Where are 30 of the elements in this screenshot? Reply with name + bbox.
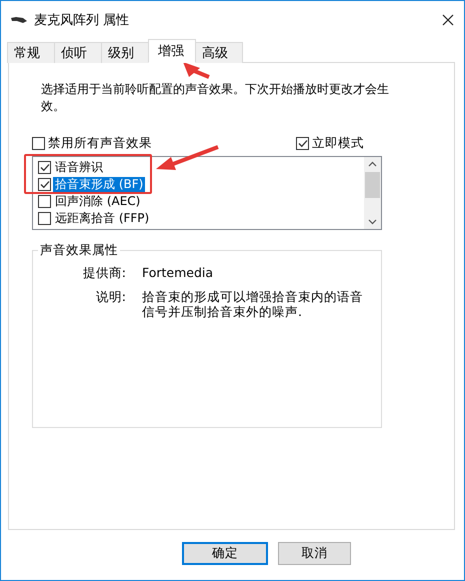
tab[interactable]: 侦听 bbox=[54, 42, 102, 63]
tab[interactable]: 级别 bbox=[101, 42, 149, 63]
property-label: 说明: bbox=[96, 289, 126, 306]
annotation-arrow bbox=[156, 145, 219, 170]
window-title: 麦克风阵列 属性 bbox=[34, 12, 130, 29]
dialog-button[interactable]: 确定 bbox=[182, 542, 268, 565]
list-item[interactable]: 回声消除 (AEC) bbox=[53, 194, 142, 209]
list-item[interactable]: 远距离拾音 (FFP) bbox=[53, 211, 152, 226]
property-value: Fortemedia bbox=[142, 265, 214, 282]
group-title: 声音效果属性 bbox=[39, 242, 119, 259]
description-text: 选择适用于当前聆听配置的声音效果。下次开始播放时更改才会生效。 bbox=[40, 81, 390, 115]
checkbox[interactable] bbox=[32, 137, 45, 150]
close-icon[interactable] bbox=[442, 14, 454, 26]
scrollbar[interactable] bbox=[364, 157, 381, 229]
option-label: 禁用所有声音效果 bbox=[48, 135, 152, 152]
tab[interactable]: 常规 bbox=[7, 42, 55, 63]
checkbox[interactable] bbox=[38, 212, 51, 225]
annotation-arrow bbox=[183, 62, 210, 79]
tab[interactable]: 高级 bbox=[195, 42, 243, 63]
property-value: 拾音束的形成可以增强拾音束内的语音信号并压制拾音束外的噪声. bbox=[142, 289, 364, 319]
checkbox[interactable] bbox=[38, 178, 51, 191]
checkbox[interactable] bbox=[296, 137, 309, 150]
list-item[interactable]: 语音辨识 bbox=[53, 160, 105, 175]
checkbox[interactable] bbox=[38, 161, 51, 174]
checkbox[interactable] bbox=[38, 195, 51, 208]
tab[interactable]: 增强 bbox=[148, 39, 196, 63]
property-label: 提供商: bbox=[82, 265, 126, 282]
option-label: 立即模式 bbox=[312, 135, 364, 152]
list-item[interactable]: 拾音束形成 (BF) bbox=[53, 177, 146, 192]
dialog-button[interactable]: 取消 bbox=[278, 542, 351, 565]
